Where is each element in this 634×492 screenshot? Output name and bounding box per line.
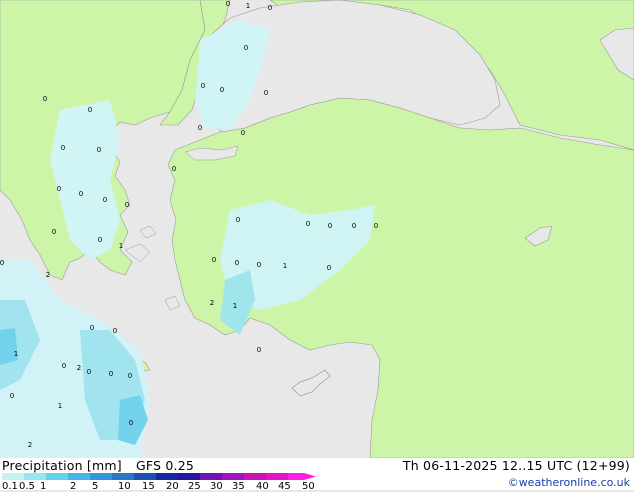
point-value: 0 bbox=[257, 346, 261, 354]
point-value: 0 bbox=[212, 256, 216, 264]
point-value: 0 bbox=[109, 370, 113, 378]
legend-swatch bbox=[90, 473, 112, 480]
point-value: 2 bbox=[46, 271, 50, 279]
point-value: 0 bbox=[125, 201, 129, 209]
legend-tick-label: 40 bbox=[256, 481, 269, 492]
point-value: 0 bbox=[268, 4, 272, 12]
legend-tick-label: 45 bbox=[278, 481, 291, 492]
point-value: 1 bbox=[283, 262, 287, 270]
weather-map-panel: 0100000000000000000010000000010020010200… bbox=[0, 0, 634, 492]
legend-colorbar bbox=[2, 473, 316, 480]
point-value: 0 bbox=[328, 222, 332, 230]
legend-swatch bbox=[134, 473, 156, 480]
point-value: 0 bbox=[79, 190, 83, 198]
legend-tick-label: 30 bbox=[210, 481, 223, 492]
point-value: 0 bbox=[52, 228, 56, 236]
legend-tick-label: 1 bbox=[40, 481, 47, 492]
point-value: 0 bbox=[172, 165, 176, 173]
footer-bar: Precipitation [mm] GFS 0.25 Th 06-11-202… bbox=[0, 458, 634, 492]
point-value: 1 bbox=[233, 302, 237, 310]
point-value: 1 bbox=[58, 402, 62, 410]
legend-tick-label: 35 bbox=[232, 481, 245, 492]
model-label: GFS 0.25 bbox=[136, 458, 194, 473]
point-value: 0 bbox=[113, 327, 117, 335]
point-value: 0 bbox=[61, 144, 65, 152]
legend-swatch bbox=[46, 473, 68, 480]
point-value: 0 bbox=[128, 372, 132, 380]
point-value: 1 bbox=[14, 350, 18, 358]
point-value: 0 bbox=[306, 220, 310, 228]
point-value: 0 bbox=[103, 196, 107, 204]
point-value: 0 bbox=[129, 419, 133, 427]
legend-swatch bbox=[156, 473, 178, 480]
point-value: 0 bbox=[62, 362, 66, 370]
legend-swatch bbox=[112, 473, 134, 480]
color-legend: 0.1 0.5 1 2 5 10 15 20 25 30 35 40 45 50 bbox=[2, 473, 332, 492]
point-value: 0 bbox=[87, 368, 91, 376]
legend-swatch bbox=[200, 473, 222, 480]
point-value: 0 bbox=[57, 185, 61, 193]
point-value: 0 bbox=[226, 0, 230, 8]
point-value: 0 bbox=[97, 146, 101, 154]
point-value: 2 bbox=[77, 364, 81, 372]
legend-swatch bbox=[178, 473, 200, 480]
point-value: 0 bbox=[88, 106, 92, 114]
legend-swatch bbox=[288, 473, 304, 480]
point-value: 0 bbox=[201, 82, 205, 90]
credit-link[interactable]: ©weatheronline.co.uk bbox=[508, 476, 630, 489]
point-value: 2 bbox=[210, 299, 214, 307]
point-value: 0 bbox=[352, 222, 356, 230]
point-value: 0 bbox=[220, 86, 224, 94]
point-value: 0 bbox=[236, 216, 240, 224]
legend-tick-label: 10 bbox=[118, 481, 131, 492]
point-value: 0 bbox=[241, 129, 245, 137]
legend-tick-label: 20 bbox=[166, 481, 179, 492]
legend-tick-label: 0.1 bbox=[2, 481, 18, 492]
legend-tick-label: 25 bbox=[188, 481, 201, 492]
title-label: Precipitation [mm] bbox=[2, 458, 122, 473]
legend-tick-label: 15 bbox=[142, 481, 155, 492]
point-value: 0 bbox=[244, 44, 248, 52]
point-value: 0 bbox=[235, 259, 239, 267]
point-value: 0 bbox=[98, 236, 102, 244]
valid-time: Th 06-11-2025 12..15 UTC (12+99) bbox=[402, 458, 630, 473]
point-value: 0 bbox=[257, 261, 261, 269]
point-value: 0 bbox=[10, 392, 14, 400]
point-value: 0 bbox=[327, 264, 331, 272]
legend-swatch bbox=[68, 473, 90, 480]
precipitation-map: 0 1 000 0 000000 0000000010 0 0 0 00 0 0 1 0020 010 2 0 0… bbox=[0, 0, 634, 458]
legend-tick-label: 5 bbox=[92, 481, 99, 492]
point-value: 0 bbox=[198, 124, 202, 132]
legend-swatch bbox=[24, 473, 46, 480]
point-value: 0 bbox=[43, 95, 47, 103]
point-value: 0 bbox=[374, 222, 378, 230]
legend-arrow bbox=[304, 473, 316, 480]
legend-tick-label: 2 bbox=[70, 481, 77, 492]
point-value: 0 bbox=[264, 89, 268, 97]
legend-swatch bbox=[244, 473, 266, 480]
legend-swatch bbox=[222, 473, 244, 480]
legend-swatch bbox=[266, 473, 288, 480]
legend-tick-label: 0.5 bbox=[19, 481, 35, 492]
legend-swatch bbox=[2, 473, 24, 480]
legend-tick-label: 50 bbox=[302, 481, 315, 492]
point-value: 0 bbox=[90, 324, 94, 332]
point-value: 0 bbox=[0, 259, 4, 267]
point-value: 1 bbox=[246, 2, 250, 10]
point-value: 2 bbox=[28, 441, 32, 449]
chart-title: Precipitation [mm] GFS 0.25 bbox=[2, 458, 194, 473]
point-value: 1 bbox=[119, 242, 123, 250]
